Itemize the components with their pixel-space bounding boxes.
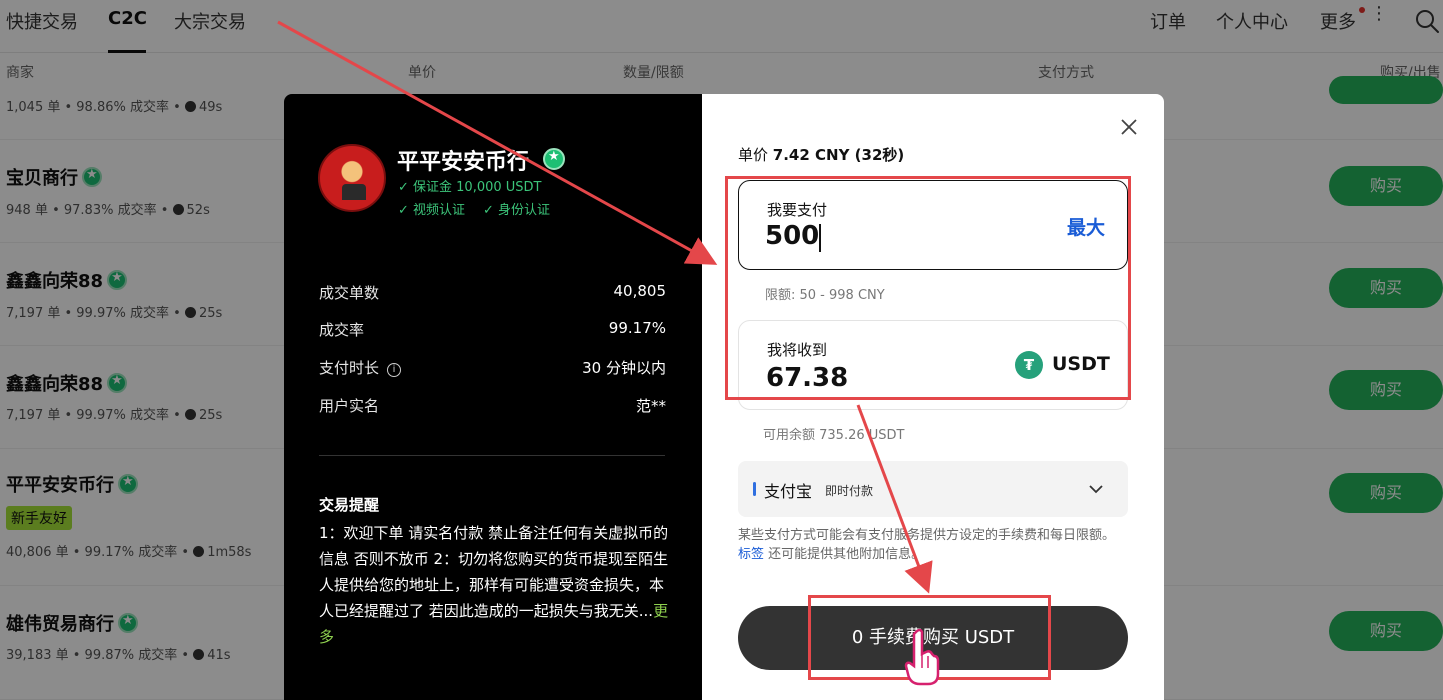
payment-note: 某些支付方式可能会有支付服务提供方设定的手续费和每日限额。标签 还可能提供其他附… [738, 528, 1116, 562]
available-balance: 可用余额 735.26 USDT [763, 428, 905, 443]
video-verification: ✓ 视频认证 [398, 203, 466, 218]
stat-value-rate: 99.17% [608, 319, 666, 337]
stat-label-real-name: 用户实名 [319, 397, 380, 415]
stat-value-pay-time: 30 分钟以内 [582, 359, 666, 377]
pointer-hand-icon [904, 628, 940, 686]
stat-label-orders: 成交单数 [319, 284, 380, 302]
stat-value-orders: 40,805 [613, 282, 667, 300]
stat-value-real-name: 范** [635, 397, 666, 415]
trade-reminder-title: 交易提醒 [319, 496, 380, 514]
close-icon[interactable] [1120, 118, 1138, 136]
payment-method-select[interactable]: 支付宝 即时付款 [738, 461, 1128, 517]
divider [319, 455, 665, 456]
seller-info-panel: 平平安安币行 ✓ 保证金 10,000 USDT ✓ 视频认证 ✓ 身份认证 成… [284, 94, 702, 700]
seller-name: 平平安安币行 [397, 150, 530, 175]
tag-link[interactable]: 标签 [738, 547, 764, 562]
deposit-verification: ✓ 保证金 10,000 USDT [398, 180, 542, 195]
stat-label-pay-time: 支付时长 i [319, 357, 402, 378]
identity-verification: ✓ 身份认证 [483, 203, 551, 218]
info-icon[interactable]: i [387, 363, 402, 377]
annotation-box-amount [725, 176, 1131, 400]
trade-reminder-text: 1：欢迎下单 请实名付款 禁止备注任何有关虚拟币的信息 否则不放币 2：切勿将您… [319, 524, 669, 646]
payment-method-sub: 即时付款 [825, 484, 874, 498]
chevron-down-icon[interactable] [1088, 481, 1104, 497]
payment-accent-bar [753, 482, 756, 496]
payment-method-name: 支付宝 [764, 482, 813, 501]
unit-price: 单价 7.42 CNY (32秒) [738, 146, 905, 164]
verified-badge-icon [543, 148, 565, 170]
seller-avatar [318, 144, 386, 212]
stat-label-rate: 成交率 [319, 321, 365, 339]
